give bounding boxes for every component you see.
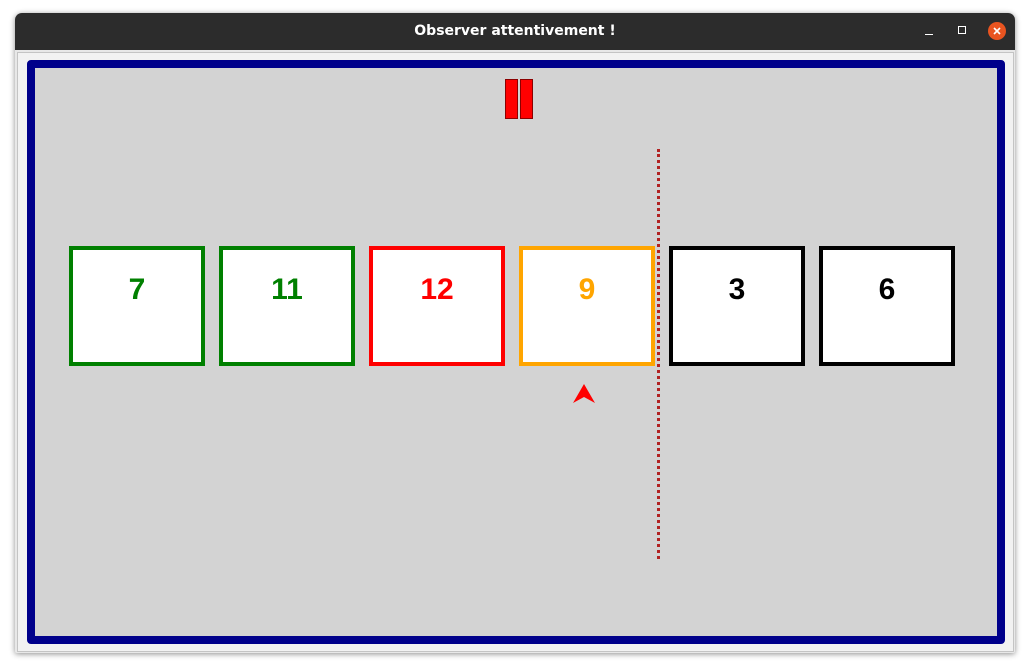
number-card[interactable]: 11 (219, 246, 355, 366)
card-value: 7 (128, 273, 146, 306)
window-title: Observer attentivement ! (414, 23, 616, 39)
card-value: 11 (271, 273, 303, 306)
number-card[interactable]: 6 (819, 246, 955, 366)
pause-icon-bar (520, 79, 533, 119)
sort-separator-line (657, 149, 660, 559)
card-value: 3 (728, 273, 746, 306)
number-card[interactable]: 9 (519, 246, 655, 366)
pause-button[interactable] (505, 79, 535, 121)
title-bar[interactable]: Observer attentivement ! (15, 13, 1015, 50)
maximize-icon (958, 26, 966, 34)
card-value: 9 (578, 273, 596, 306)
app-window: Observer attentivement ! 7 11 12 9 3 6 (15, 13, 1015, 653)
number-card[interactable]: 7 (69, 246, 205, 366)
pause-icon (505, 79, 518, 119)
card-value: 12 (420, 273, 454, 306)
window-content: 7 11 12 9 3 6 (17, 52, 1014, 652)
close-button[interactable] (987, 21, 1007, 41)
close-icon (988, 22, 1006, 40)
game-canvas[interactable]: 7 11 12 9 3 6 (27, 60, 1005, 644)
arrow-up-icon (571, 382, 597, 406)
number-card[interactable]: 12 (369, 246, 505, 366)
minimize-button[interactable] (919, 21, 939, 41)
number-card[interactable]: 3 (669, 246, 805, 366)
minimize-icon (925, 34, 933, 35)
maximize-button[interactable] (953, 21, 973, 41)
card-value: 6 (878, 273, 896, 306)
